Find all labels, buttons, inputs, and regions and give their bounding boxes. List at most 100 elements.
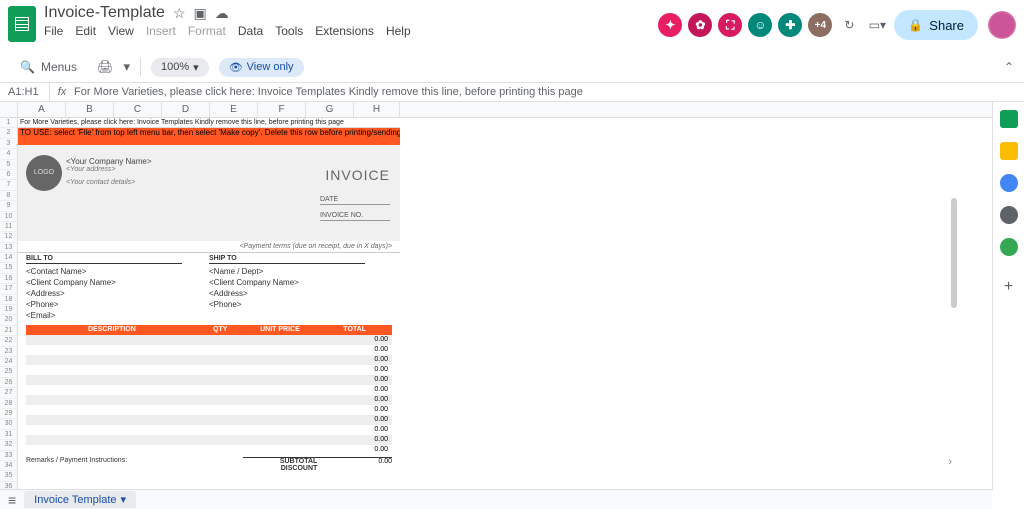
- row-number[interactable]: 22: [0, 336, 18, 346]
- row-number[interactable]: 2: [0, 128, 18, 138]
- zoom-dropdown[interactable]: 100% ▾: [151, 58, 209, 77]
- row-number[interactable]: 23: [0, 347, 18, 357]
- col-F[interactable]: F: [258, 102, 306, 117]
- item-row[interactable]: 0.00: [26, 385, 392, 395]
- row-number[interactable]: 24: [0, 357, 18, 367]
- account-avatar[interactable]: [988, 11, 1016, 39]
- row-number[interactable]: 4: [0, 149, 18, 159]
- row-number[interactable]: 27: [0, 388, 18, 398]
- sheet-tab[interactable]: Invoice Template ▾: [24, 491, 136, 508]
- cloud-icon[interactable]: ☁: [215, 5, 229, 22]
- row-number[interactable]: 28: [0, 399, 18, 409]
- all-sheets-icon[interactable]: ≡: [8, 492, 16, 508]
- row-number[interactable]: 32: [0, 440, 18, 450]
- row-number[interactable]: 5: [0, 160, 18, 170]
- item-row[interactable]: 0.00: [26, 445, 392, 455]
- row-number[interactable]: 25: [0, 367, 18, 377]
- share-button[interactable]: 🔒Share: [894, 10, 978, 40]
- row-number[interactable]: 29: [0, 409, 18, 419]
- col-D[interactable]: D: [162, 102, 210, 117]
- ext-icon-4[interactable]: ☺: [748, 13, 772, 37]
- collapse-toolbar-icon[interactable]: ⌃: [1004, 60, 1014, 74]
- row-number[interactable]: 21: [0, 326, 18, 336]
- item-row[interactable]: 0.00: [26, 375, 392, 385]
- row-number[interactable]: 31: [0, 430, 18, 440]
- sheets-logo[interactable]: [8, 6, 36, 42]
- item-row[interactable]: 0.00: [26, 395, 392, 405]
- item-row[interactable]: 0.00: [26, 435, 392, 445]
- viewonly-pill[interactable]: 👁View only: [219, 58, 304, 77]
- sidepanel-add-icon[interactable]: +: [1004, 278, 1013, 296]
- menu-edit[interactable]: Edit: [75, 24, 96, 38]
- col-E[interactable]: E: [210, 102, 258, 117]
- row-number[interactable]: 12: [0, 232, 18, 242]
- menu-data[interactable]: Data: [238, 24, 263, 38]
- ext-icon-3[interactable]: ⛶: [718, 13, 742, 37]
- row-number[interactable]: 35: [0, 471, 18, 481]
- row-number[interactable]: 11: [0, 222, 18, 232]
- toolbar-dropdown-icon[interactable]: ▾: [124, 59, 131, 75]
- row-number[interactable]: 15: [0, 263, 18, 273]
- history-icon[interactable]: ↻: [838, 14, 860, 36]
- ext-icon-more[interactable]: +4: [808, 13, 832, 37]
- sidepanel-calendar-icon[interactable]: [1000, 110, 1018, 128]
- row-1-text[interactable]: For More Varieties, please click here: I…: [18, 118, 400, 128]
- item-row[interactable]: 0.00: [26, 415, 392, 425]
- menu-view[interactable]: View: [108, 24, 134, 38]
- item-row[interactable]: 0.00: [26, 365, 392, 375]
- sidepanel-contacts-icon[interactable]: [1000, 206, 1018, 224]
- row-number[interactable]: 26: [0, 378, 18, 388]
- menu-help[interactable]: Help: [386, 24, 411, 38]
- row-number[interactable]: 6: [0, 170, 18, 180]
- row-number[interactable]: 18: [0, 295, 18, 305]
- row-number[interactable]: 19: [0, 305, 18, 315]
- row-number[interactable]: 33: [0, 451, 18, 461]
- horizontal-scroll-right[interactable]: ›: [948, 456, 952, 468]
- col-C[interactable]: C: [114, 102, 162, 117]
- ext-icon-1[interactable]: ✦: [658, 13, 682, 37]
- row-number[interactable]: 16: [0, 274, 18, 284]
- row-number[interactable]: 9: [0, 201, 18, 211]
- menu-tools[interactable]: Tools: [275, 24, 303, 38]
- row-number[interactable]: 14: [0, 253, 18, 263]
- item-row[interactable]: 0.00: [26, 345, 392, 355]
- spreadsheet-grid[interactable]: A B C D E F G H For More Varieties, plea…: [0, 102, 992, 490]
- company-contact: <Your contact details>: [66, 179, 152, 186]
- sidepanel-maps-icon[interactable]: [1000, 238, 1018, 256]
- ext-icon-2[interactable]: ✿: [688, 13, 712, 37]
- row-number[interactable]: 20: [0, 315, 18, 325]
- ext-icon-5[interactable]: ✚: [778, 13, 802, 37]
- document-title[interactable]: Invoice-Template: [44, 4, 165, 22]
- row-number[interactable]: 13: [0, 243, 18, 253]
- row-number[interactable]: 34: [0, 461, 18, 471]
- formula-content[interactable]: For More Varieties, please click here: I…: [74, 86, 1024, 98]
- corner-cell[interactable]: [0, 102, 18, 117]
- row-number[interactable]: 7: [0, 180, 18, 190]
- col-A[interactable]: A: [18, 102, 66, 117]
- print-icon[interactable]: 🖨: [97, 59, 114, 75]
- item-row[interactable]: 0.00: [26, 355, 392, 365]
- col-H[interactable]: H: [354, 102, 400, 117]
- row-number[interactable]: 10: [0, 212, 18, 222]
- sidepanel-tasks-icon[interactable]: [1000, 174, 1018, 192]
- sidepanel-keep-icon[interactable]: [1000, 142, 1018, 160]
- menu-search[interactable]: 🔍Menus: [10, 56, 87, 78]
- row-2-instruction[interactable]: TO USE: select 'File' from top left menu…: [18, 128, 400, 138]
- item-row[interactable]: 0.00: [26, 425, 392, 435]
- row-number[interactable]: 8: [0, 191, 18, 201]
- row-number[interactable]: 17: [0, 284, 18, 294]
- menu-extensions[interactable]: Extensions: [315, 24, 374, 38]
- row-number[interactable]: 3: [0, 139, 18, 149]
- menu-file[interactable]: File: [44, 24, 63, 38]
- vertical-scrollbar[interactable]: [950, 198, 958, 468]
- cell-reference[interactable]: A1:H1: [0, 83, 50, 101]
- row-number[interactable]: 30: [0, 419, 18, 429]
- star-icon[interactable]: ☆: [173, 5, 186, 22]
- row-number[interactable]: 1: [0, 118, 18, 128]
- item-row[interactable]: 0.00: [26, 405, 392, 415]
- col-G[interactable]: G: [306, 102, 354, 117]
- col-B[interactable]: B: [66, 102, 114, 117]
- comments-icon[interactable]: ▭▾: [866, 14, 888, 36]
- item-row[interactable]: 0.00: [26, 335, 392, 345]
- move-icon[interactable]: ▣: [194, 5, 207, 22]
